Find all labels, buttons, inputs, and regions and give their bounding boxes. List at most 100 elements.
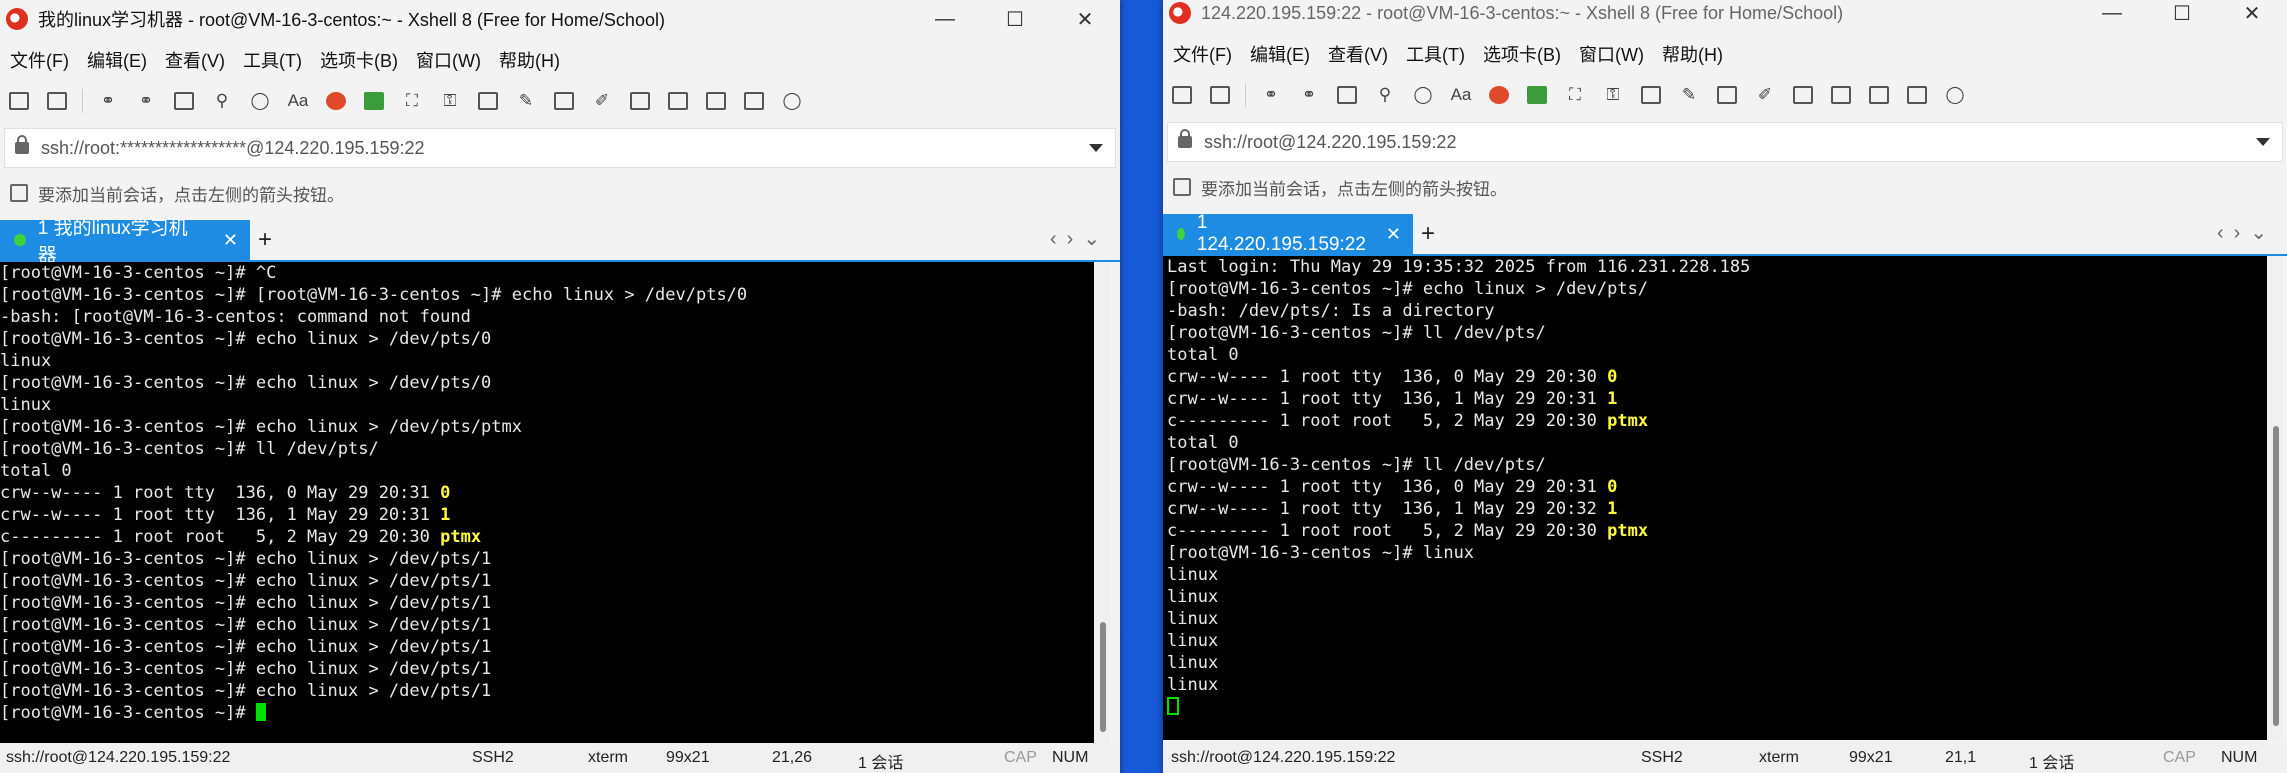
globe-icon[interactable]: ◯ (1410, 82, 1436, 108)
terminal-highlight-text: 0 (1607, 477, 1618, 497)
new-session-icon[interactable] (6, 88, 32, 114)
new-window-icon[interactable] (171, 88, 197, 114)
tab-close-icon[interactable]: ✕ (223, 230, 238, 251)
add-tab-button[interactable]: + (1421, 220, 1435, 248)
menu-file[interactable]: 文件(F) (1163, 41, 1240, 67)
terminal-scrollbar[interactable] (2269, 256, 2283, 740)
send-icon[interactable] (1714, 82, 1740, 108)
tab-close-icon[interactable]: ✕ (1386, 224, 1401, 245)
menu-file[interactable]: 文件(F) (0, 47, 77, 73)
script-icon[interactable]: ✐ (589, 88, 615, 114)
minimize-button[interactable]: — (2077, 0, 2147, 32)
title-bar[interactable]: 124.220.195.159:22 - root@VM-16-3-centos… (1163, 0, 2287, 32)
keyboard-icon[interactable] (475, 88, 501, 114)
status-size: 99x21 (666, 749, 710, 766)
fullscreen-icon[interactable]: ⛶ (1562, 82, 1588, 108)
terminal-line-text: [root@VM-16-3-centos ~]# echo linux > /d… (0, 593, 492, 613)
terminal-area[interactable]: Last login: Thu May 29 19:35:32 2025 fro… (1163, 256, 2267, 740)
add-session-icon[interactable] (10, 184, 28, 202)
address-bar[interactable]: ssh://root:******************@124.220.19… (4, 128, 1116, 168)
terminal-line: [root@VM-16-3-centos ~]# linux (1167, 542, 2267, 564)
terminal-area[interactable]: [root@VM-16-3-centos ~]# ^C [root@VM-16-3… (0, 262, 1094, 743)
terminal-line-text: crw--w---- 1 root tty 136, 0 May 29 20:3… (1167, 367, 1608, 387)
highlight-icon[interactable]: ✎ (513, 88, 539, 114)
address-input[interactable]: ssh://root@124.220.195.159:22 (1204, 132, 2256, 153)
menu-help[interactable]: 帮助(H) (489, 47, 568, 73)
close-button[interactable]: ✕ (1050, 0, 1120, 38)
font-icon[interactable]: Aa (285, 88, 311, 114)
reconnect-icon[interactable]: ⚭ (1296, 82, 1322, 108)
status-cap: CAP (2163, 749, 2196, 766)
disconnect-icon[interactable]: ⚭ (1258, 82, 1284, 108)
keyboard-icon[interactable] (1638, 82, 1664, 108)
window-title: 124.220.195.159:22 - root@VM-16-3-centos… (1201, 2, 1844, 23)
tab-nav-arrows[interactable]: ‹›⌄ (2217, 220, 2277, 245)
reconnect-icon[interactable]: ⚭ (133, 88, 159, 114)
maximize-button[interactable]: ☐ (2147, 0, 2217, 32)
layout-icon[interactable] (1828, 82, 1854, 108)
xshell-compose-icon[interactable] (1486, 82, 1512, 108)
find-icon[interactable]: ⚲ (209, 88, 235, 114)
log-icon[interactable] (627, 88, 653, 114)
lock-icon[interactable]: ⚿ (1600, 82, 1626, 108)
highlight-icon[interactable]: ✎ (1676, 82, 1702, 108)
scrollbar-thumb[interactable] (1100, 622, 1106, 732)
maximize-button[interactable]: ☐ (980, 0, 1050, 38)
menu-edit[interactable]: 编辑(E) (77, 47, 155, 73)
find-icon[interactable]: ⚲ (1372, 82, 1398, 108)
menu-tabs[interactable]: 选项卡(B) (1473, 41, 1569, 67)
open-folder-icon[interactable] (1207, 82, 1233, 108)
scrollbar-thumb[interactable] (2273, 426, 2279, 726)
chevron-down-icon[interactable] (1089, 144, 1103, 152)
title-bar[interactable]: 我的linux学习机器 - root@VM-16-3-centos:~ - Xs… (0, 0, 1120, 38)
font-icon[interactable]: Aa (1448, 82, 1474, 108)
tab-nav-arrows[interactable]: ‹›⌄ (1050, 226, 1110, 251)
tile-icon[interactable] (1904, 82, 1930, 108)
menu-edit[interactable]: 编辑(E) (1240, 41, 1318, 67)
menu-window[interactable]: 窗口(W) (1569, 41, 1652, 67)
menu-window[interactable]: 窗口(W) (406, 47, 489, 73)
tab-label: 1 124.220.195.159:22 (1196, 212, 1366, 255)
new-session-icon[interactable] (1169, 82, 1195, 108)
tab-session-1[interactable]: 1 我的linux学习机器 ✕ (0, 218, 250, 266)
new-tab-icon[interactable] (1866, 82, 1892, 108)
close-button[interactable]: ✕ (2217, 0, 2287, 32)
send-icon[interactable] (551, 88, 577, 114)
add-session-icon[interactable] (1173, 178, 1191, 196)
layout-icon[interactable] (665, 88, 691, 114)
chat-icon[interactable]: ◯ (779, 88, 805, 114)
terminal-line: linux (0, 394, 1094, 416)
address-bar[interactable]: ssh://root@124.220.195.159:22 (1167, 122, 2283, 162)
minimize-button[interactable]: — (910, 0, 980, 38)
add-tab-button[interactable]: + (258, 226, 272, 254)
menu-view[interactable]: 查看(V) (155, 47, 233, 73)
log-icon[interactable] (1790, 82, 1816, 108)
xshell-compose-icon[interactable] (323, 88, 349, 114)
xshell-window-left[interactable]: 我的linux学习机器 - root@VM-16-3-centos:~ - Xs… (0, 0, 1120, 773)
menu-tabs[interactable]: 选项卡(B) (310, 47, 406, 73)
address-input[interactable]: ssh://root:******************@124.220.19… (41, 138, 1089, 159)
terminal-line-text: crw--w---- 1 root tty 136, 0 May 29 20:3… (0, 483, 441, 503)
new-tab-icon[interactable] (703, 88, 729, 114)
xftp-icon[interactable] (361, 88, 387, 114)
xshell-window-right[interactable]: 124.220.195.159:22 - root@VM-16-3-centos… (1163, 0, 2287, 773)
status-terminal-type: xterm (1759, 749, 1799, 766)
tab-session-1[interactable]: 1 124.220.195.159:22 ✕ (1163, 212, 1413, 255)
globe-icon[interactable]: ◯ (247, 88, 273, 114)
fullscreen-icon[interactable]: ⛶ (399, 88, 425, 114)
menu-tools[interactable]: 工具(T) (1396, 41, 1473, 67)
menu-view[interactable]: 查看(V) (1318, 41, 1396, 67)
terminal-scrollbar[interactable] (1096, 262, 1110, 743)
chat-icon[interactable]: ◯ (1942, 82, 1968, 108)
tile-icon[interactable] (741, 88, 767, 114)
terminal-line-text: [root@VM-16-3-centos ~]# ^C (0, 263, 277, 283)
lock-icon[interactable]: ⚿ (437, 88, 463, 114)
script-icon[interactable]: ✐ (1752, 82, 1778, 108)
open-folder-icon[interactable] (44, 88, 70, 114)
disconnect-icon[interactable]: ⚭ (95, 88, 121, 114)
xftp-icon[interactable] (1524, 82, 1550, 108)
chevron-down-icon[interactable] (2256, 138, 2270, 146)
menu-tools[interactable]: 工具(T) (233, 47, 310, 73)
new-window-icon[interactable] (1334, 82, 1360, 108)
menu-help[interactable]: 帮助(H) (1652, 41, 1731, 67)
